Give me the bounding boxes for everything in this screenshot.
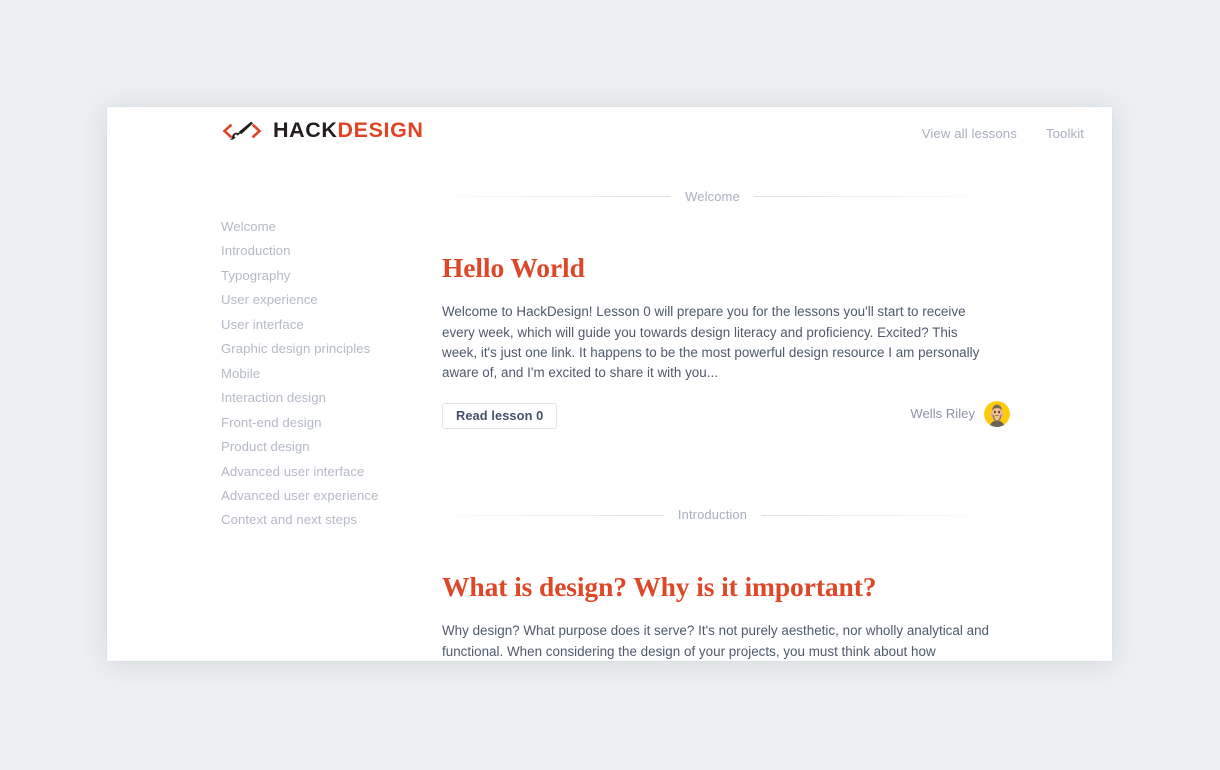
lesson-author: Wells Riley	[910, 400, 1010, 427]
section-label: Introduction	[663, 507, 762, 523]
sidebar: Welcome Introduction Typography User exp…	[221, 215, 406, 533]
sidebar-item-context-and-next-steps[interactable]: Context and next steps	[221, 508, 406, 532]
sidebar-item-advanced-user-experience[interactable]: Advanced user experience	[221, 484, 406, 508]
page-card: HACKDESIGN View all lessons Toolkit Welc…	[107, 107, 1112, 661]
nav-toolkit[interactable]: Toolkit	[1046, 126, 1084, 141]
nav-view-all-lessons[interactable]: View all lessons	[922, 126, 1017, 141]
code-brush-logo-icon	[221, 119, 263, 143]
top-nav: View all lessons Toolkit	[922, 126, 1084, 141]
section-divider-introduction: Introduction	[420, 505, 1005, 525]
sidebar-item-mobile[interactable]: Mobile	[221, 362, 406, 386]
sidebar-item-advanced-user-interface[interactable]: Advanced user interface	[221, 460, 406, 484]
lesson-footer: Read lesson 0 Wells Riley	[442, 400, 1010, 433]
sidebar-item-user-interface[interactable]: User interface	[221, 313, 406, 337]
author-avatar	[984, 400, 1010, 427]
sidebar-item-front-end-design[interactable]: Front-end design	[221, 411, 406, 435]
sidebar-item-welcome[interactable]: Welcome	[221, 215, 406, 239]
site-header: HACKDESIGN View all lessons Toolkit	[107, 107, 1112, 169]
logo-word-design: DESIGN	[337, 118, 424, 143]
content-wrap: Welcome Introduction Typography User exp…	[107, 169, 1112, 661]
logo[interactable]: HACKDESIGN	[221, 119, 424, 143]
sidebar-item-interaction-design[interactable]: Interaction design	[221, 386, 406, 410]
sidebar-item-introduction[interactable]: Introduction	[221, 239, 406, 263]
lesson-excerpt: Why design? What purpose does it serve? …	[442, 623, 990, 659]
lesson-title[interactable]: What is design? Why is it important?	[442, 571, 1005, 602]
section-divider-welcome: Welcome	[420, 186, 1005, 206]
sidebar-item-typography[interactable]: Typography	[221, 264, 406, 288]
section-label: Welcome	[671, 188, 754, 204]
lesson-excerpt: Welcome to HackDesign! Lesson 0 will pre…	[442, 304, 980, 381]
lesson-card: What is design? Why is it important? Why…	[420, 525, 1005, 661]
lesson-list: Welcome Hello World Welcome to HackDesig…	[420, 169, 1010, 661]
logo-word-hack: HACK	[273, 118, 338, 143]
divider-rule-right	[712, 196, 1005, 197]
logo-wordmark: HACKDESIGN	[273, 120, 424, 142]
sidebar-item-graphic-design-principles[interactable]: Graphic design principles	[221, 337, 406, 361]
sidebar-item-product-design[interactable]: Product design	[221, 435, 406, 459]
author-name: Wells Riley	[910, 406, 975, 422]
divider-rule-left	[420, 196, 713, 197]
sidebar-item-user-experience[interactable]: User experience	[221, 288, 406, 312]
read-lesson-button[interactable]: Read lesson 0	[442, 402, 558, 429]
lesson-card: Hello World Welcome to HackDesign! Lesso…	[420, 206, 1010, 433]
lesson-title[interactable]: Hello World	[442, 252, 1005, 283]
